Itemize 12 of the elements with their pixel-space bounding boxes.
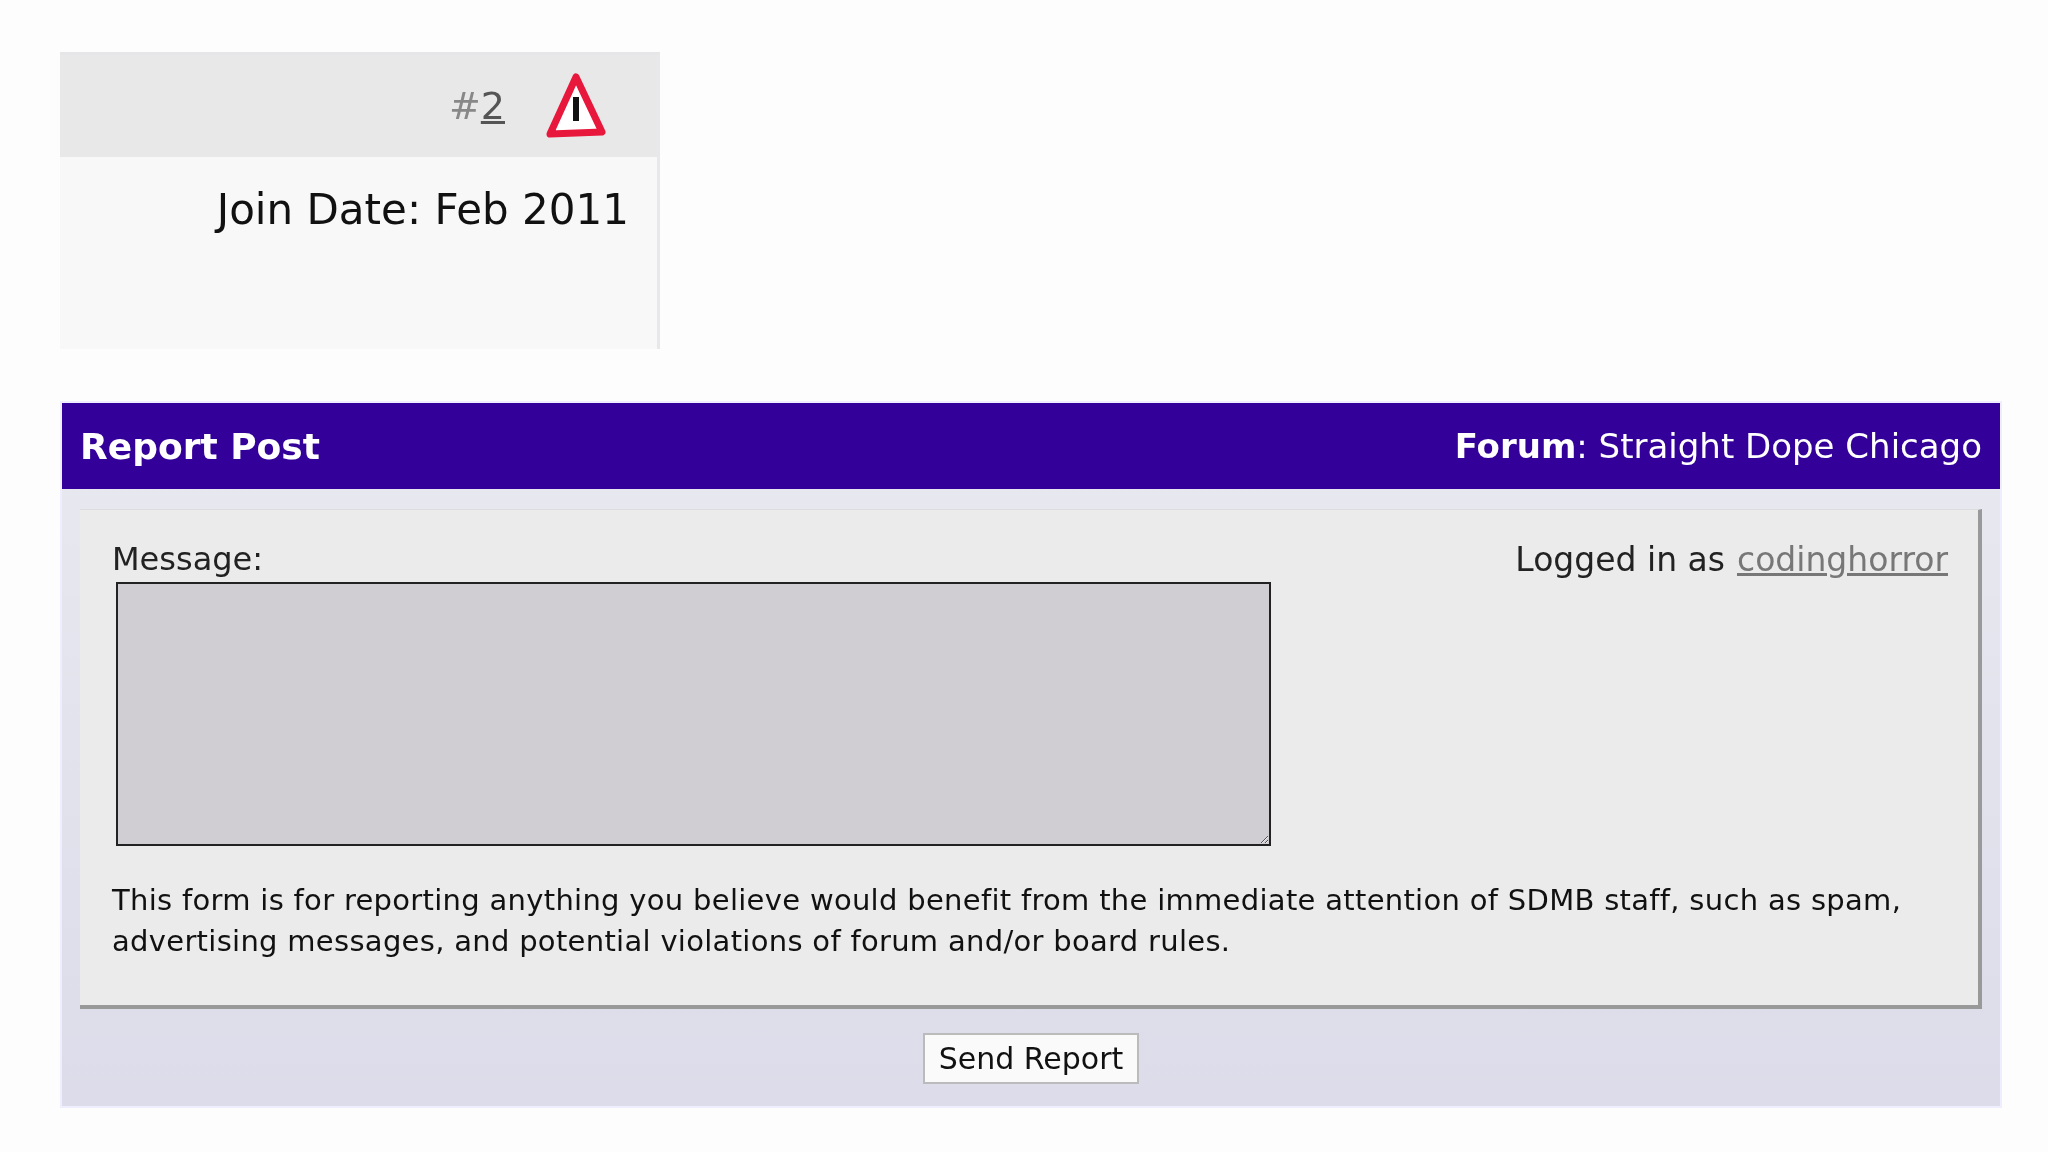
message-label: Message: — [112, 540, 265, 578]
username-link[interactable]: codinghorror — [1737, 540, 1948, 579]
forum-name: Forum: Straight Dope Chicago — [1454, 426, 1982, 466]
warning-icon[interactable] — [545, 72, 607, 140]
send-report-button[interactable]: Send Report — [922, 1033, 1140, 1085]
logged-in-label: Logged in as — [1515, 540, 1725, 579]
join-date: Join Date: Feb 2011 — [213, 184, 630, 234]
post-number-link[interactable]: 2 — [480, 84, 505, 128]
report-notice: This form is for reporting anything you believe would benefit from the immediate attention of SDMB staff, such as spam, advertising messages, and potential violations of forum and/or board rules. — [112, 882, 1903, 960]
post-number-prefix: # — [448, 84, 481, 128]
message-field[interactable] — [116, 582, 1271, 846]
panel-title: Report Post — [80, 425, 320, 467]
